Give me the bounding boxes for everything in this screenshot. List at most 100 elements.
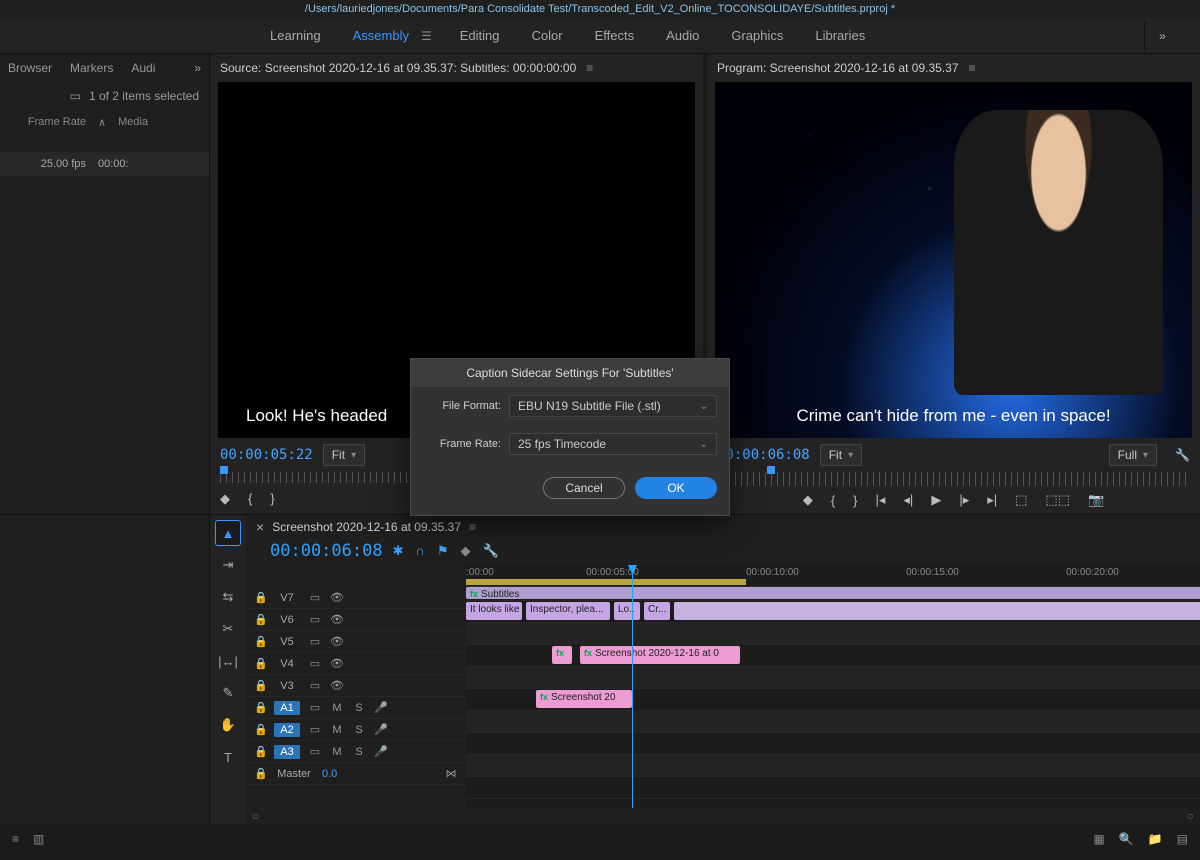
pen-tool-icon[interactable]: ✎ xyxy=(216,681,240,705)
framerate-dropdown[interactable]: 25 fps Timecode ⌄ xyxy=(509,433,717,455)
timeline-scroll-left[interactable]: ○ xyxy=(252,809,259,823)
in-bracket-icon[interactable]: { xyxy=(831,493,835,508)
freeform-view-icon[interactable]: ▥ xyxy=(33,832,44,846)
tab-browser[interactable]: Browser xyxy=(8,61,52,75)
out-bracket-icon[interactable]: } xyxy=(270,491,274,506)
go-to-out-icon[interactable]: ▸| xyxy=(987,492,997,508)
step-back-icon[interactable]: ◂| xyxy=(903,492,913,508)
workspace-audio[interactable]: Audio xyxy=(666,28,699,43)
step-forward-icon[interactable]: |▸ xyxy=(959,492,969,508)
caption-clip[interactable] xyxy=(674,602,1200,620)
video-clip[interactable]: fxScreenshot 20 xyxy=(536,690,632,708)
program-zoom-dropdown[interactable]: Fit ▾ xyxy=(820,444,862,466)
slip-tool-icon[interactable]: |↔| xyxy=(216,649,240,673)
track-v5-header[interactable]: 🔒V5▭👁 xyxy=(246,631,466,653)
workspace-overflow-icon[interactable]: » xyxy=(1144,22,1180,50)
export-frame-icon[interactable]: 📷 xyxy=(1088,492,1104,508)
track-v7-header[interactable]: 🔒V7▭👁 xyxy=(246,587,466,609)
source-timecode[interactable]: 00:00:05:22 xyxy=(220,447,313,463)
ripple-tool-icon[interactable]: ⇆ xyxy=(216,585,240,609)
icon-view-icon[interactable]: ▦ xyxy=(1093,832,1104,846)
program-scrubber[interactable] xyxy=(717,472,1190,486)
play-icon[interactable]: ▶ xyxy=(931,492,941,508)
program-quality-value: Full xyxy=(1118,448,1137,462)
program-viewer[interactable]: Crime can't hide from me - even in space… xyxy=(715,82,1192,438)
track-select-tool-icon[interactable]: ⇥ xyxy=(216,553,240,577)
razor-tool-icon[interactable]: ✂ xyxy=(216,617,240,641)
search-icon[interactable]: 🔍 xyxy=(1119,832,1134,846)
video-clip[interactable]: fxScreenshot 2020-12-16 at 0 xyxy=(580,646,740,664)
track-a3-header[interactable]: 🔒A3▭MS🎤 xyxy=(246,741,466,763)
timeline-panel-menu-icon[interactable]: ≡ xyxy=(469,520,476,534)
new-item-icon[interactable]: ▤ xyxy=(1177,832,1188,846)
program-panel-menu-icon[interactable]: ≡ xyxy=(969,61,976,75)
project-row[interactable]: 25.00 fps 00:00: xyxy=(0,152,209,176)
marker-icon[interactable]: ◆ xyxy=(220,491,230,507)
caption-clip[interactable]: Inspector, plea... xyxy=(526,602,610,620)
timeline-settings-icon[interactable]: ◆ xyxy=(461,543,471,559)
wrench-icon[interactable]: 🔧 xyxy=(1175,448,1190,462)
program-quality-dropdown[interactable]: Full ▾ xyxy=(1109,444,1157,466)
track-v4-header[interactable]: 🔒V4▭👁 xyxy=(246,653,466,675)
video-clip[interactable]: fx xyxy=(552,646,572,664)
new-bin-icon[interactable]: 📁 xyxy=(1148,832,1163,846)
file-format-value: EBU N19 Subtitle File (.stl) xyxy=(518,399,661,413)
column-framerate[interactable]: Frame Rate xyxy=(8,116,86,128)
workspace-libraries[interactable]: Libraries xyxy=(815,28,865,43)
track-v3-header[interactable]: 🔒V3▭👁 xyxy=(246,675,466,697)
timeline-wrench-icon[interactable]: 🔧 xyxy=(483,543,499,559)
tab-audio-partial[interactable]: Audi xyxy=(131,61,155,75)
workspace-effects[interactable]: Effects xyxy=(595,28,635,43)
caption-clip[interactable]: Cr... xyxy=(644,602,670,620)
caption-clip[interactable]: It looks like xyxy=(466,602,522,620)
lift-icon[interactable]: ⬚ xyxy=(1015,492,1027,508)
track-a1-header[interactable]: 🔒A1▭MS🎤 xyxy=(246,697,466,719)
bin-icon[interactable]: ▭ xyxy=(70,89,81,103)
project-bottom-bar: ≡ ▥ ▦ 🔍 📁 ▤ xyxy=(0,824,1200,854)
source-zoom-dropdown[interactable]: Fit ▾ xyxy=(323,444,365,466)
ok-button[interactable]: OK xyxy=(635,477,717,499)
timeline-canvas[interactable]: Close :00:00 00:00:05:00 00:00:10:00 00:… xyxy=(466,565,1200,808)
close-sequence-icon[interactable]: × xyxy=(256,519,264,535)
workspace-color[interactable]: Color xyxy=(531,28,562,43)
marker-icon[interactable]: ◆ xyxy=(803,492,813,508)
track-master-header[interactable]: 🔒Master0.0⋈ xyxy=(246,763,466,785)
extract-icon[interactable]: ⬚⬚ xyxy=(1045,492,1070,508)
chevron-down-icon: ▾ xyxy=(351,450,356,461)
workspace-graphics[interactable]: Graphics xyxy=(731,28,783,43)
out-bracket-icon[interactable]: } xyxy=(853,493,857,508)
sort-asc-icon[interactable]: ∧ xyxy=(98,116,106,129)
sequence-tab[interactable]: Screenshot 2020-12-16 at 09.35.37 xyxy=(272,520,461,534)
playhead[interactable] xyxy=(632,565,633,808)
track-a2-header[interactable]: 🔒A2▭MS🎤 xyxy=(246,719,466,741)
type-tool-icon[interactable]: T xyxy=(216,745,240,769)
snap-icon[interactable]: ✱ xyxy=(393,543,404,559)
fx-badge-icon: fx xyxy=(540,692,548,702)
workspace-menu-icon[interactable]: ☰ xyxy=(421,29,432,43)
program-timecode[interactable]: 00:00:06:08 xyxy=(717,447,810,463)
hand-tool-icon[interactable]: ✋ xyxy=(216,713,240,737)
caption-clip[interactable]: Lo.. xyxy=(614,602,640,620)
workspace-learning[interactable]: Learning xyxy=(270,28,321,43)
cell-media: 00:00: xyxy=(98,158,129,170)
selection-tool-icon[interactable]: ▲ xyxy=(216,521,240,545)
timeline-scroll-right[interactable]: ○ xyxy=(1187,809,1194,823)
in-bracket-icon[interactable]: { xyxy=(248,491,252,506)
workspace-editing[interactable]: Editing xyxy=(460,28,500,43)
panel-overflow-icon[interactable]: » xyxy=(194,61,201,75)
chevron-down-icon: ⌄ xyxy=(700,439,708,450)
marker-add-icon[interactable]: ⚑ xyxy=(437,543,449,559)
cancel-button[interactable]: Cancel xyxy=(543,477,625,499)
file-format-dropdown[interactable]: EBU N19 Subtitle File (.stl) ⌄ xyxy=(509,395,717,417)
track-v6-header[interactable]: 🔒V6▭👁 xyxy=(246,609,466,631)
ruler-tick: 00:00:10:00 xyxy=(746,567,799,578)
source-panel-menu-icon[interactable]: ≡ xyxy=(586,61,593,75)
list-view-icon[interactable]: ≡ xyxy=(12,832,19,846)
workspace-assembly[interactable]: Assembly xyxy=(353,28,409,43)
timeline-timecode[interactable]: 00:00:06:08 xyxy=(270,541,383,561)
linked-selection-icon[interactable]: ∩ xyxy=(416,543,425,559)
timeline-ruler[interactable]: Close :00:00 00:00:05:00 00:00:10:00 00:… xyxy=(466,565,1200,587)
column-media[interactable]: Media xyxy=(118,116,148,128)
go-to-in-icon[interactable]: |◂ xyxy=(876,492,886,508)
tab-markers[interactable]: Markers xyxy=(70,61,113,75)
